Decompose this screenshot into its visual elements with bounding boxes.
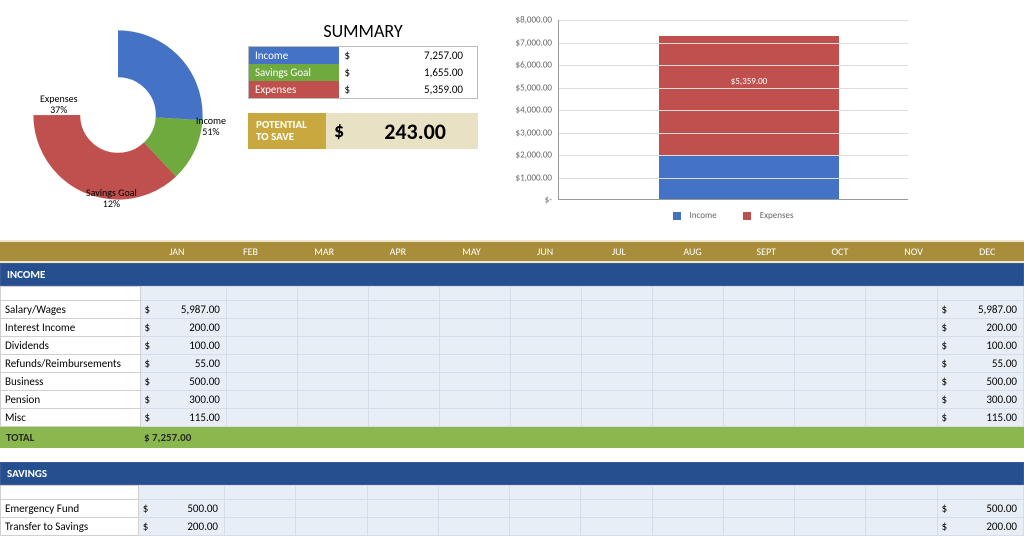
income-total-row: TOTAL $ 7,257.00 bbox=[0, 427, 1024, 448]
chart-legend: Income Expenses bbox=[558, 210, 908, 221]
donut-label-expenses: Expenses37% bbox=[40, 93, 78, 115]
table-row[interactable]: Transfer to Savings$200.00$200.00 bbox=[1, 518, 1024, 536]
table-row[interactable]: Emergency Fund$500.00$500.00 bbox=[1, 500, 1024, 518]
income-table[interactable]: Salary/Wages$5,987.00$5,987.00Interest I… bbox=[0, 286, 1024, 427]
table-row[interactable]: Refunds/Reimbursements$55.00$55.00 bbox=[1, 355, 1024, 373]
bar-chart: $-$1,000.00$2,000.00$3,000.00$4,000.00$5… bbox=[498, 15, 1016, 230]
potential-to-save: POTENTIALTO SAVE $ 243.00 bbox=[248, 113, 478, 149]
table-row[interactable]: Dividends$100.00$100.00 bbox=[1, 337, 1024, 355]
summary-title: SUMMARY bbox=[248, 20, 478, 42]
savings-table[interactable]: Emergency Fund$500.00$500.00Transfer to … bbox=[0, 485, 1024, 536]
table-row[interactable]: Business$500.00$500.00 bbox=[1, 373, 1024, 391]
donut-label-income: Income51% bbox=[196, 115, 226, 137]
donut-chart: Income51% Savings Goal12% Expenses37% bbox=[8, 10, 228, 220]
table-row[interactable]: Interest Income$200.00$200.00 bbox=[1, 319, 1024, 337]
table-row[interactable]: Pension$300.00$300.00 bbox=[1, 391, 1024, 409]
table-row[interactable]: Misc$115.00$115.00 bbox=[1, 409, 1024, 427]
summary-table: Income$7,257.00 Savings Goal$1,655.00 Ex… bbox=[248, 46, 478, 99]
months-header: JANFEBMARAPRMAYJUNJULAUGSEPTOCTNOVDEC bbox=[0, 240, 1024, 263]
summary-panel: SUMMARY Income$7,257.00 Savings Goal$1,6… bbox=[248, 20, 478, 230]
savings-section-header: SAVINGS bbox=[0, 462, 1024, 485]
table-row[interactable]: Salary/Wages$5,987.00$5,987.00 bbox=[1, 301, 1024, 319]
donut-label-savings: Savings Goal12% bbox=[86, 187, 137, 209]
income-section-header: INCOME bbox=[0, 263, 1024, 286]
bar-expenses-label: $5,359.00 bbox=[659, 76, 839, 87]
